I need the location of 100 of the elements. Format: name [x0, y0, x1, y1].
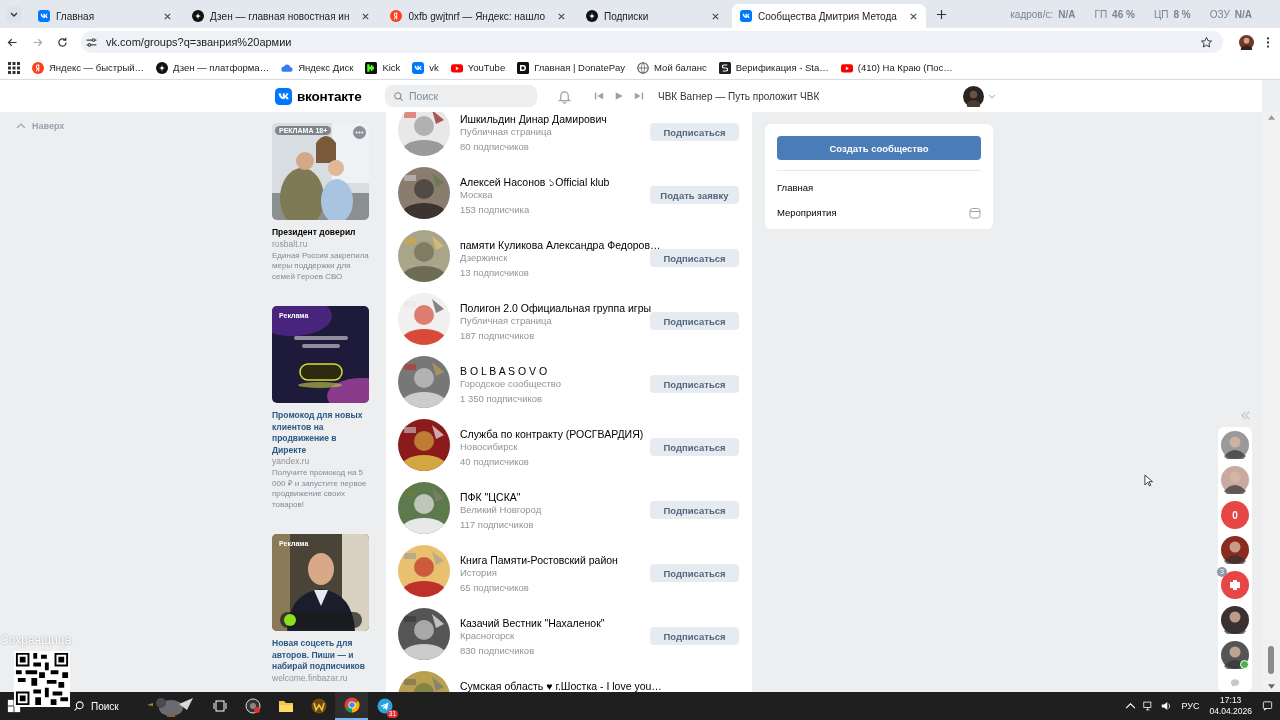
menu-item[interactable]: Мероприятия: [777, 207, 837, 218]
bell-icon[interactable]: [557, 88, 572, 104]
donate-icon: [517, 61, 530, 74]
browser-tab[interactable]: Подписки: [577, 4, 728, 28]
community-subtitle: Городское сообщество: [460, 377, 562, 390]
community-subtitle: Новосибирск: [460, 440, 518, 453]
vk-icon: [412, 61, 425, 74]
browser-tab[interactable]: Дзен — главная новостная ин: [184, 4, 379, 28]
subscribe-button[interactable]: Подписаться: [650, 375, 739, 393]
subscribe-button[interactable]: Подписаться: [650, 123, 739, 141]
more-icon[interactable]: [353, 126, 366, 139]
bookmark[interactable]: YouTube: [450, 61, 506, 74]
community-name[interactable]: B O L B A S O V O: [460, 365, 548, 377]
site-info-icon[interactable]: [85, 35, 98, 49]
next-icon[interactable]: [634, 91, 644, 101]
ad-domain: yandex.ru: [272, 456, 311, 467]
subscriber-count: 830 подписчиков: [460, 644, 535, 657]
subscribe-button[interactable]: Подписаться: [650, 501, 739, 519]
scrollbar-thumb[interactable]: [1268, 646, 1274, 674]
subscribe-button[interactable]: Подписаться: [650, 564, 739, 582]
close-icon[interactable]: [361, 11, 371, 21]
ad-title[interactable]: Президент доверил: [272, 227, 369, 239]
bookmark[interactable]: Kick: [365, 61, 401, 74]
close-icon[interactable]: [710, 11, 720, 21]
community-name[interactable]: Сумская область ♥ г.Шостка - I love you…: [460, 680, 662, 692]
browser-tab[interactable]: Сообщества Дмитрия Метода: [731, 4, 926, 28]
create-community-button[interactable]: Создать сообщество: [777, 136, 981, 160]
game-icon: [310, 698, 327, 714]
bookmark[interactable]: Яндекс Диск: [281, 61, 354, 74]
close-icon[interactable]: [163, 11, 172, 21]
address-field[interactable]: vk.com/groups?q=званрия%20армии: [81, 31, 1223, 53]
ad-domain: rosbalt.ru: [272, 238, 309, 250]
bookmark[interactable]: Верификация - Sta…: [718, 61, 829, 74]
stat-label: ГП: [1094, 8, 1108, 20]
subscribe-button[interactable]: Подписаться: [650, 249, 739, 267]
subscribe-button[interactable]: Подписаться: [650, 312, 739, 330]
community-name[interactable]: Книга Памяти-Ростовский район: [460, 554, 618, 566]
notifications-icon[interactable]: [1262, 701, 1273, 711]
clock-time[interactable]: 17:13: [1220, 695, 1242, 706]
clock-date[interactable]: 04.04.2026: [1209, 706, 1252, 717]
qr-code-icon: [14, 651, 70, 707]
search-field[interactable]: Поиск: [385, 85, 537, 107]
kick-icon: [365, 61, 378, 74]
menu-item[interactable]: Главная: [777, 182, 814, 193]
previous-icon[interactable]: [594, 91, 604, 101]
search-icon[interactable]: [73, 700, 85, 712]
taskbar-search[interactable]: Поиск: [91, 700, 119, 712]
chat-avatar[interactable]: 0: [1221, 501, 1249, 529]
subscriber-count: 65 подписчиков: [460, 581, 529, 594]
close-icon[interactable]: [556, 11, 566, 21]
ad-title[interactable]: Новая соцсеть для авторов. Пиши — и набирай подписчиков: [272, 638, 369, 673]
menu-icon[interactable]: [1266, 35, 1270, 49]
browser-tab[interactable]: 0xfb gwjtnrf — Яндекс: нашло: [382, 4, 574, 28]
browser-tab[interactable]: Главная: [30, 4, 180, 28]
bookmark[interactable]: vk: [412, 61, 439, 74]
caret-icon[interactable]: [988, 93, 996, 99]
chat-avatar[interactable]: [1221, 571, 1249, 599]
play-icon: [840, 61, 853, 74]
profile-avatar[interactable]: [1239, 34, 1254, 50]
close-icon[interactable]: [908, 11, 918, 21]
subscriber-count: 80 подписчиков: [460, 140, 529, 153]
community-name[interactable]: Алексей Насонов ১Official klub: [460, 176, 610, 188]
reload-icon[interactable]: [56, 35, 69, 49]
ad-title[interactable]: Промокод для новых клиентов на продвижение в Директе: [272, 410, 369, 456]
track-title[interactable]: ЧВК Вагнер — Путь проложит ЧВК: [658, 90, 963, 102]
community-name[interactable]: Ишкильдин Динар Дамирович: [460, 113, 607, 125]
subscriber-count: 40 подписчиков: [460, 455, 529, 468]
apps-icon[interactable]: [8, 61, 20, 74]
community-name[interactable]: Служба по контракту (РОСГВАРДИЯ): [460, 428, 644, 440]
network-icon[interactable]: [1143, 701, 1155, 711]
bookmark[interactable]: Мой баланс: [637, 61, 707, 74]
language-indicator[interactable]: РУС: [1181, 701, 1200, 711]
chevron-up-icon[interactable]: [1125, 701, 1137, 711]
user-avatar[interactable]: [963, 85, 984, 107]
new-tab-icon[interactable]: [935, 8, 947, 20]
task-view-icon: [211, 698, 228, 714]
play-icon[interactable]: [614, 91, 624, 101]
community-subtitle: Дзержинск: [460, 251, 508, 264]
bookmark[interactable]: Яндекс — быстрый…: [32, 61, 144, 74]
community-subtitle: Публичная страница: [460, 125, 552, 138]
subscribe-button[interactable]: Подписаться: [650, 627, 739, 645]
bookmark[interactable]: Главная | DonatePay: [517, 61, 626, 74]
subscriber-count: 117 подписчиков: [460, 518, 534, 531]
taskbar-button[interactable]: [335, 692, 368, 720]
community-name[interactable]: Казачий Вестник "Нахаленок": [460, 617, 605, 629]
vk-logo[interactable]: вконтакте: [275, 87, 385, 105]
community-subtitle: История: [460, 566, 497, 579]
star-icon[interactable]: [1200, 35, 1213, 49]
community-name[interactable]: памяти Куликова Александра Федоров…: [460, 239, 661, 251]
calendar-icon[interactable]: [969, 206, 981, 219]
subscribe-button[interactable]: Подписаться: [650, 438, 739, 456]
bookmark[interactable]: (410) На Краю (Пос…: [840, 61, 953, 74]
subscribe-button[interactable]: Подать заявку: [650, 186, 739, 204]
speaker-icon[interactable]: [1161, 701, 1173, 711]
community-name[interactable]: ПФК "ЦСКА": [460, 491, 521, 503]
scroll-down-icon[interactable]: [1267, 684, 1275, 689]
community-name[interactable]: Полигон 2.0 Официальная группа игры: [460, 302, 652, 314]
subscriber-count: 13 подписчиков: [460, 266, 529, 279]
tab-menu-icon[interactable]: [6, 6, 22, 22]
bookmark[interactable]: Дзен — платформа…: [156, 61, 270, 74]
